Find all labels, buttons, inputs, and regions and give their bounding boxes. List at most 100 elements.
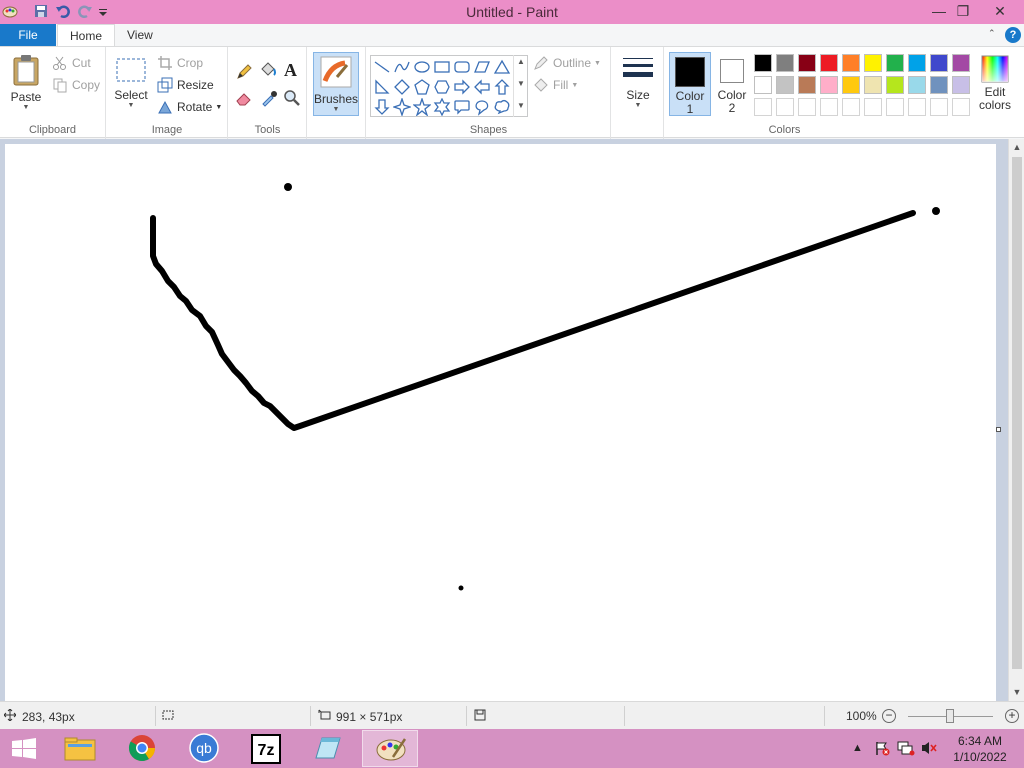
palette-swatch[interactable] (952, 76, 970, 94)
shapes-expand-icon[interactable]: ▼ (514, 101, 528, 110)
canvas-resize-handle[interactable] (996, 427, 1001, 432)
pencil-icon[interactable] (235, 63, 253, 84)
six-point-star-shape-icon[interactable] (433, 98, 451, 116)
zoom-in-button[interactable]: + (1005, 709, 1019, 723)
close-button[interactable]: ✕ (985, 0, 1015, 22)
custom-color-slot[interactable] (776, 98, 794, 116)
scroll-thumb[interactable] (1012, 157, 1022, 669)
scroll-down-icon[interactable]: ▼ (1009, 687, 1024, 697)
palette-swatch[interactable] (820, 76, 838, 94)
taskbar-notepad[interactable] (300, 730, 356, 767)
cloud-callout-shape-icon[interactable] (493, 98, 511, 116)
shapes-scroll-down-icon[interactable]: ▼ (514, 79, 528, 88)
oval-shape-icon[interactable] (413, 58, 431, 76)
zoom-slider-thumb[interactable] (946, 709, 954, 723)
left-arrow-shape-icon[interactable] (473, 78, 491, 96)
rounded-rectangle-shape-icon[interactable] (453, 58, 471, 76)
custom-color-slot[interactable] (842, 98, 860, 116)
rotate-dropdown-icon[interactable]: ▼ (215, 104, 222, 111)
rotate-button[interactable]: Rotate ▼ (157, 99, 222, 115)
paste-dropdown-icon[interactable]: ▼ (8, 104, 44, 112)
palette-swatch[interactable] (798, 54, 816, 72)
size-dropdown-icon[interactable]: ▼ (618, 102, 658, 110)
outline-button[interactable]: Outline ▼ (533, 55, 601, 71)
up-arrow-shape-icon[interactable] (493, 78, 511, 96)
fill-dropdown-icon[interactable]: ▼ (571, 82, 578, 89)
vertical-scrollbar[interactable]: ▲ ▼ (1008, 139, 1024, 701)
color-picker-icon[interactable] (260, 89, 278, 110)
line-shape-icon[interactable] (373, 58, 391, 76)
palette-swatch[interactable] (754, 54, 772, 72)
select-button[interactable]: Select ▼ (113, 57, 149, 110)
taskbar-file-explorer[interactable] (52, 730, 108, 767)
tab-file[interactable]: File (0, 24, 56, 46)
custom-color-slot[interactable] (930, 98, 948, 116)
hexagon-shape-icon[interactable] (433, 78, 451, 96)
palette-swatch[interactable] (908, 54, 926, 72)
drawing-canvas[interactable] (5, 144, 996, 701)
action-center-flag-icon[interactable] (874, 740, 890, 759)
resize-button[interactable]: Resize (157, 77, 214, 93)
palette-swatch[interactable] (820, 54, 838, 72)
down-arrow-shape-icon[interactable] (373, 98, 391, 116)
outline-dropdown-icon[interactable]: ▼ (594, 60, 601, 67)
shapes-scrollbar[interactable]: ▲ ▼ ▼ (513, 55, 527, 117)
text-tool-icon[interactable]: A (284, 60, 297, 81)
system-clock[interactable]: 6:34 AM 1/10/2022 (940, 733, 1020, 765)
shapes-scroll-up-icon[interactable]: ▲ (514, 57, 528, 66)
volume-muted-icon[interactable] (920, 740, 938, 759)
palette-swatch[interactable] (776, 54, 794, 72)
palette-swatch[interactable] (930, 76, 948, 94)
custom-color-slot[interactable] (798, 98, 816, 116)
brushes-button[interactable]: Brushes ▼ (313, 52, 359, 116)
color2-button[interactable]: Color 2 (713, 52, 751, 116)
palette-swatch[interactable] (952, 54, 970, 72)
maximize-button[interactable]: ❐ (948, 0, 978, 22)
show-hidden-icons-button[interactable]: ▲ (852, 742, 863, 754)
fill-button[interactable]: Fill ▼ (533, 77, 578, 93)
custom-color-slot[interactable] (886, 98, 904, 116)
taskbar-qbittorrent[interactable]: qb (176, 730, 232, 767)
crop-button[interactable]: Crop (157, 55, 203, 71)
edit-colors-button[interactable]: Edit colors (975, 55, 1015, 112)
custom-color-slot[interactable] (864, 98, 882, 116)
cut-button[interactable]: Cut (52, 55, 91, 71)
custom-color-slot[interactable] (754, 98, 772, 116)
brushes-dropdown-icon[interactable]: ▼ (314, 106, 358, 114)
palette-swatch[interactable] (908, 76, 926, 94)
eraser-icon[interactable] (235, 89, 253, 110)
magnifier-icon[interactable] (283, 89, 301, 110)
palette-swatch[interactable] (842, 76, 860, 94)
color1-button[interactable]: Color 1 (669, 52, 711, 116)
palette-swatch[interactable] (864, 76, 882, 94)
zoom-out-button[interactable]: − (882, 709, 896, 723)
scroll-up-icon[interactable]: ▲ (1009, 142, 1024, 152)
right-triangle-shape-icon[interactable] (373, 78, 391, 96)
palette-swatch[interactable] (842, 54, 860, 72)
palette-swatch[interactable] (886, 54, 904, 72)
polygon-shape-icon[interactable] (473, 58, 491, 76)
custom-color-slot[interactable] (820, 98, 838, 116)
custom-color-slot[interactable] (908, 98, 926, 116)
five-point-star-shape-icon[interactable] (413, 98, 431, 116)
custom-color-slot[interactable] (952, 98, 970, 116)
paste-button[interactable]: Paste ▼ (8, 53, 44, 112)
select-dropdown-icon[interactable]: ▼ (113, 102, 149, 110)
palette-swatch[interactable] (798, 76, 816, 94)
taskbar-paint[interactable] (362, 730, 418, 767)
taskbar-chrome[interactable] (114, 730, 170, 767)
fill-bucket-icon[interactable] (259, 61, 277, 82)
right-arrow-shape-icon[interactable] (453, 78, 471, 96)
palette-swatch[interactable] (864, 54, 882, 72)
curve-shape-icon[interactable] (393, 58, 411, 76)
pentagon-shape-icon[interactable] (413, 78, 431, 96)
oval-callout-shape-icon[interactable] (473, 98, 491, 116)
triangle-shape-icon[interactable] (493, 58, 511, 76)
palette-swatch[interactable] (930, 54, 948, 72)
four-point-star-shape-icon[interactable] (393, 98, 411, 116)
help-icon[interactable]: ? (1005, 27, 1021, 43)
rounded-callout-shape-icon[interactable] (453, 98, 471, 116)
size-button[interactable]: Size ▼ (618, 55, 658, 110)
windows-start-button[interactable] (0, 730, 48, 767)
tab-home[interactable]: Home (57, 24, 116, 47)
